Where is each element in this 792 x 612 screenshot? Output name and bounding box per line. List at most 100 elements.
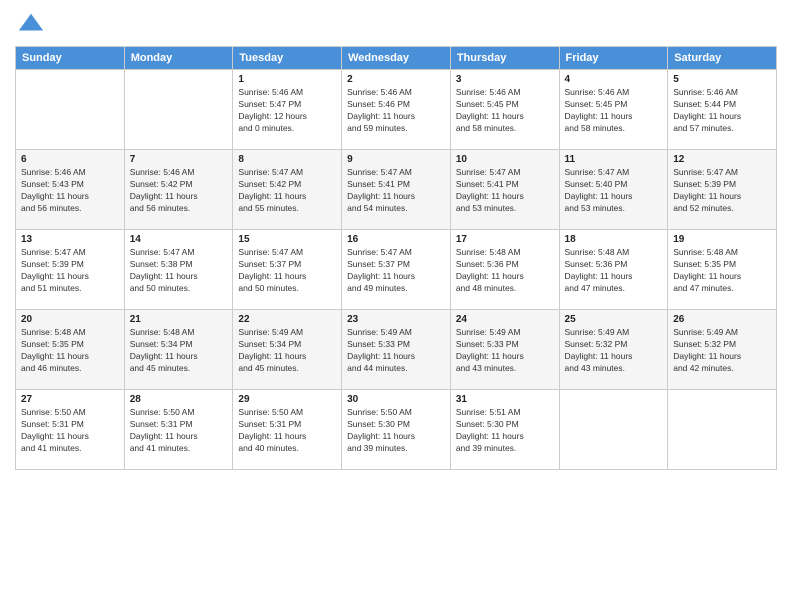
calendar-cell: 8 Sunrise: 5:47 AM Sunset: 5:42 PM Daylig…	[233, 150, 342, 230]
calendar-cell: 4 Sunrise: 5:46 AM Sunset: 5:45 PM Daylig…	[559, 70, 668, 150]
day-info: Sunrise: 5:46 AM Sunset: 5:47 PM Dayligh…	[238, 87, 336, 135]
day-info: Sunrise: 5:46 AM Sunset: 5:44 PM Dayligh…	[673, 87, 771, 135]
day-number: 25	[565, 314, 663, 325]
calendar-header-wednesday: Wednesday	[342, 47, 451, 70]
day-number: 3	[456, 74, 554, 85]
calendar-header-friday: Friday	[559, 47, 668, 70]
day-info: Sunrise: 5:49 AM Sunset: 5:33 PM Dayligh…	[347, 327, 445, 375]
day-number: 22	[238, 314, 336, 325]
calendar-cell: 14 Sunrise: 5:47 AM Sunset: 5:38 PM Dayli…	[124, 230, 233, 310]
day-number: 23	[347, 314, 445, 325]
day-info: Sunrise: 5:46 AM Sunset: 5:45 PM Dayligh…	[565, 87, 663, 135]
day-info: Sunrise: 5:47 AM Sunset: 5:40 PM Dayligh…	[565, 167, 663, 215]
day-number: 6	[21, 154, 119, 165]
day-info: Sunrise: 5:49 AM Sunset: 5:32 PM Dayligh…	[673, 327, 771, 375]
day-info: Sunrise: 5:51 AM Sunset: 5:30 PM Dayligh…	[456, 407, 554, 455]
day-info: Sunrise: 5:50 AM Sunset: 5:31 PM Dayligh…	[238, 407, 336, 455]
day-number: 10	[456, 154, 554, 165]
calendar-week-row: 20Sunrise: 5:48 AM Sunset: 5:35 PM Dayli…	[16, 310, 777, 390]
calendar-cell: 29 Sunrise: 5:50 AM Sunset: 5:31 PM Dayli…	[233, 390, 342, 470]
day-number: 13	[21, 234, 119, 245]
calendar-week-row: 1 Sunrise: 5:46 AM Sunset: 5:47 PM Daylig…	[16, 70, 777, 150]
calendar-cell: 19 Sunrise: 5:48 AM Sunset: 5:35 PM Dayli…	[668, 230, 777, 310]
calendar-week-row: 13Sunrise: 5:47 AM Sunset: 5:39 PM Dayli…	[16, 230, 777, 310]
day-number: 29	[238, 394, 336, 405]
day-number: 16	[347, 234, 445, 245]
calendar-cell: 21 Sunrise: 5:48 AM Sunset: 5:34 PM Dayli…	[124, 310, 233, 390]
calendar-header-saturday: Saturday	[668, 47, 777, 70]
day-info: Sunrise: 5:50 AM Sunset: 5:31 PM Dayligh…	[21, 407, 119, 455]
calendar-cell: 3 Sunrise: 5:46 AM Sunset: 5:45 PM Daylig…	[450, 70, 559, 150]
day-number: 24	[456, 314, 554, 325]
calendar-cell: 5 Sunrise: 5:46 AM Sunset: 5:44 PM Daylig…	[668, 70, 777, 150]
day-number: 5	[673, 74, 771, 85]
day-number: 15	[238, 234, 336, 245]
calendar-cell: 2 Sunrise: 5:46 AM Sunset: 5:46 PM Daylig…	[342, 70, 451, 150]
calendar-cell	[668, 390, 777, 470]
day-info: Sunrise: 5:46 AM Sunset: 5:46 PM Dayligh…	[347, 87, 445, 135]
calendar-cell: 26Sunrise: 5:49 AM Sunset: 5:32 PM Dayli…	[668, 310, 777, 390]
page: SundayMondayTuesdayWednesdayThursdayFrid…	[0, 0, 792, 612]
day-info: Sunrise: 5:50 AM Sunset: 5:31 PM Dayligh…	[130, 407, 228, 455]
day-number: 4	[565, 74, 663, 85]
day-number: 27	[21, 394, 119, 405]
calendar-cell: 7Sunrise: 5:46 AM Sunset: 5:42 PM Daylig…	[124, 150, 233, 230]
day-info: Sunrise: 5:48 AM Sunset: 5:36 PM Dayligh…	[456, 247, 554, 295]
calendar-cell: 6 Sunrise: 5:46 AM Sunset: 5:43 PM Daylig…	[16, 150, 125, 230]
calendar-cell: 9Sunrise: 5:47 AM Sunset: 5:41 PM Daylig…	[342, 150, 451, 230]
calendar-cell: 28 Sunrise: 5:50 AM Sunset: 5:31 PM Dayli…	[124, 390, 233, 470]
day-info: Sunrise: 5:49 AM Sunset: 5:32 PM Dayligh…	[565, 327, 663, 375]
calendar-cell: 20Sunrise: 5:48 AM Sunset: 5:35 PM Dayli…	[16, 310, 125, 390]
day-number: 8	[238, 154, 336, 165]
day-number: 17	[456, 234, 554, 245]
day-info: Sunrise: 5:47 AM Sunset: 5:39 PM Dayligh…	[673, 167, 771, 215]
calendar-cell: 18Sunrise: 5:48 AM Sunset: 5:36 PM Dayli…	[559, 230, 668, 310]
calendar-cell	[124, 70, 233, 150]
day-number: 19	[673, 234, 771, 245]
day-info: Sunrise: 5:46 AM Sunset: 5:42 PM Dayligh…	[130, 167, 228, 215]
calendar-table: SundayMondayTuesdayWednesdayThursdayFrid…	[15, 46, 777, 470]
day-number: 9	[347, 154, 445, 165]
calendar-cell: 24Sunrise: 5:49 AM Sunset: 5:33 PM Dayli…	[450, 310, 559, 390]
calendar-cell: 25 Sunrise: 5:49 AM Sunset: 5:32 PM Dayli…	[559, 310, 668, 390]
day-info: Sunrise: 5:46 AM Sunset: 5:45 PM Dayligh…	[456, 87, 554, 135]
day-number: 30	[347, 394, 445, 405]
calendar-cell: 22 Sunrise: 5:49 AM Sunset: 5:34 PM Dayli…	[233, 310, 342, 390]
calendar-cell: 27 Sunrise: 5:50 AM Sunset: 5:31 PM Dayli…	[16, 390, 125, 470]
day-info: Sunrise: 5:48 AM Sunset: 5:36 PM Dayligh…	[565, 247, 663, 295]
calendar-week-row: 6 Sunrise: 5:46 AM Sunset: 5:43 PM Daylig…	[16, 150, 777, 230]
day-info: Sunrise: 5:48 AM Sunset: 5:35 PM Dayligh…	[673, 247, 771, 295]
logo-icon	[17, 10, 45, 38]
day-info: Sunrise: 5:47 AM Sunset: 5:38 PM Dayligh…	[130, 247, 228, 295]
calendar-cell: 31Sunrise: 5:51 AM Sunset: 5:30 PM Dayli…	[450, 390, 559, 470]
calendar-header-sunday: Sunday	[16, 47, 125, 70]
header	[15, 10, 777, 38]
day-info: Sunrise: 5:46 AM Sunset: 5:43 PM Dayligh…	[21, 167, 119, 215]
calendar-header-tuesday: Tuesday	[233, 47, 342, 70]
day-info: Sunrise: 5:47 AM Sunset: 5:41 PM Dayligh…	[456, 167, 554, 215]
day-number: 1	[238, 74, 336, 85]
calendar-cell: 17 Sunrise: 5:48 AM Sunset: 5:36 PM Dayli…	[450, 230, 559, 310]
logo	[15, 10, 45, 38]
calendar-cell: 13Sunrise: 5:47 AM Sunset: 5:39 PM Dayli…	[16, 230, 125, 310]
day-number: 14	[130, 234, 228, 245]
calendar-cell: 1 Sunrise: 5:46 AM Sunset: 5:47 PM Daylig…	[233, 70, 342, 150]
calendar-header-monday: Monday	[124, 47, 233, 70]
calendar-cell: 10 Sunrise: 5:47 AM Sunset: 5:41 PM Dayli…	[450, 150, 559, 230]
calendar-cell	[16, 70, 125, 150]
day-info: Sunrise: 5:49 AM Sunset: 5:34 PM Dayligh…	[238, 327, 336, 375]
day-info: Sunrise: 5:47 AM Sunset: 5:42 PM Dayligh…	[238, 167, 336, 215]
calendar-cell: 30 Sunrise: 5:50 AM Sunset: 5:30 PM Dayli…	[342, 390, 451, 470]
calendar-header-thursday: Thursday	[450, 47, 559, 70]
calendar-cell: 16 Sunrise: 5:47 AM Sunset: 5:37 PM Dayli…	[342, 230, 451, 310]
day-number: 12	[673, 154, 771, 165]
calendar-header-row: SundayMondayTuesdayWednesdayThursdayFrid…	[16, 47, 777, 70]
day-number: 2	[347, 74, 445, 85]
day-number: 28	[130, 394, 228, 405]
day-info: Sunrise: 5:50 AM Sunset: 5:30 PM Dayligh…	[347, 407, 445, 455]
day-info: Sunrise: 5:47 AM Sunset: 5:37 PM Dayligh…	[347, 247, 445, 295]
calendar-cell: 15 Sunrise: 5:47 AM Sunset: 5:37 PM Dayli…	[233, 230, 342, 310]
day-number: 21	[130, 314, 228, 325]
day-info: Sunrise: 5:48 AM Sunset: 5:34 PM Dayligh…	[130, 327, 228, 375]
day-info: Sunrise: 5:47 AM Sunset: 5:37 PM Dayligh…	[238, 247, 336, 295]
